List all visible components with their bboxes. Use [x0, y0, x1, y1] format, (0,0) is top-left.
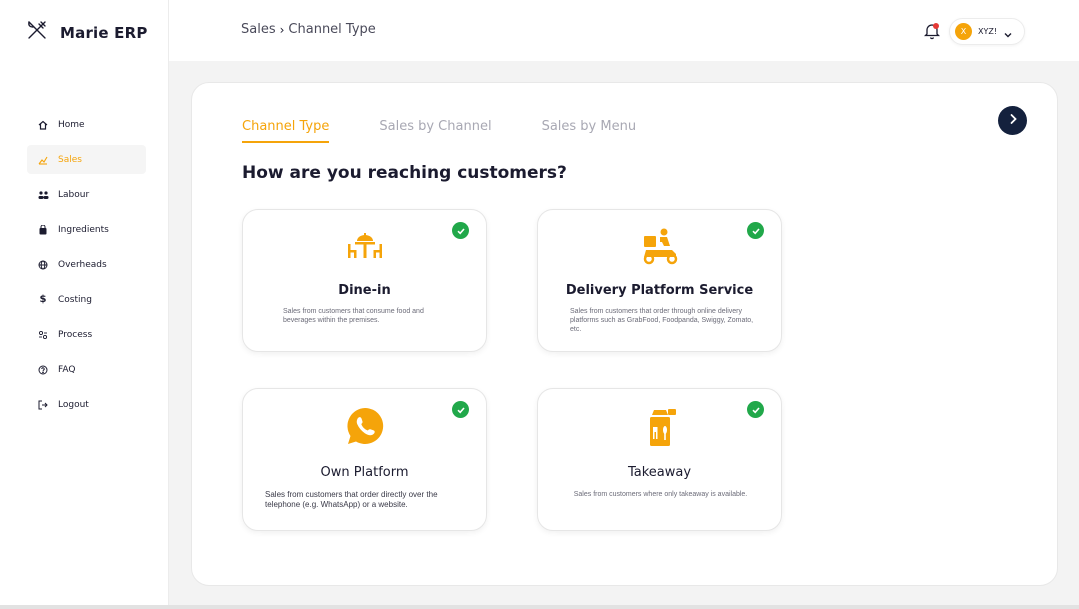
sidebar-item-sales[interactable]: Sales: [27, 145, 146, 174]
channel-description: Sales from customers that order directly…: [265, 490, 438, 509]
chevron-down-icon: [1003, 27, 1013, 37]
process-icon: [37, 329, 49, 341]
sidebar-item-faq[interactable]: FAQ: [27, 355, 146, 384]
next-button[interactable]: [998, 106, 1027, 135]
channel-title: Own Platform: [320, 465, 409, 480]
notification-bell-icon[interactable]: [923, 22, 941, 40]
channel-card-own-platform[interactable]: Own Platform Sales from customers that o…: [242, 388, 487, 531]
tab-bar: Channel Type Sales by Channel Sales by M…: [242, 119, 636, 143]
sidebar-item-label: FAQ: [58, 364, 76, 375]
chevron-right-icon: [1007, 112, 1019, 130]
user-name: XYZ!: [978, 27, 998, 36]
channel-card-takeaway[interactable]: Takeaway Sales from customers where only…: [537, 388, 782, 531]
sidebar: Marie ERP Home Sales Labour Ingredients: [0, 0, 169, 609]
logo[interactable]: Marie ERP: [26, 19, 148, 46]
breadcrumb-current: Channel Type: [288, 22, 376, 37]
check-icon: [452, 401, 469, 418]
channel-card-delivery[interactable]: Delivery Platform Service Sales from cus…: [537, 209, 782, 352]
globe-icon: [37, 259, 49, 271]
sidebar-item-label: Logout: [58, 399, 89, 410]
channel-description: Sales from customers where only takeaway…: [573, 491, 748, 498]
sidebar-item-costing[interactable]: $ Costing: [27, 285, 146, 314]
channel-title: Takeaway: [627, 465, 692, 480]
sidebar-item-label: Labour: [58, 189, 90, 200]
user-menu[interactable]: X XYZ!: [949, 18, 1025, 45]
check-icon: [452, 222, 469, 239]
people-icon: [37, 189, 49, 201]
home-icon: [37, 119, 49, 131]
whatsapp-phone-icon: [343, 405, 387, 449]
avatar: X: [955, 23, 972, 40]
tab-sales-by-channel[interactable]: Sales by Channel: [379, 119, 491, 143]
chart-icon: [37, 154, 49, 166]
channel-title: Delivery Platform Service: [565, 283, 754, 298]
tab-channel-type[interactable]: Channel Type: [242, 119, 330, 143]
breadcrumb-separator: ›: [279, 22, 285, 37]
sidebar-item-home[interactable]: Home: [27, 110, 146, 139]
sidebar-item-label: Process: [58, 329, 93, 340]
sidebar-item-process[interactable]: Process: [27, 320, 146, 349]
breadcrumb-parent[interactable]: Sales: [241, 22, 276, 37]
app-name: Marie ERP: [60, 23, 148, 42]
check-icon: [747, 401, 764, 418]
page-title: How are you reaching customers?: [242, 163, 567, 183]
logout-icon: [37, 399, 49, 411]
dollar-icon: $: [39, 294, 47, 305]
bag-icon: [37, 224, 49, 236]
delivery-scooter-icon: [638, 224, 682, 268]
takeaway-bag-icon: [638, 405, 682, 449]
sidebar-item-overheads[interactable]: Overheads: [27, 250, 146, 279]
channel-card-dine-in[interactable]: Dine-in Sales from customers that consum…: [242, 209, 487, 352]
sidebar-item-labour[interactable]: Labour: [27, 180, 146, 209]
sidebar-item-label: Costing: [58, 294, 92, 305]
sidebar-item-label: Ingredients: [58, 224, 109, 235]
dine-in-icon: [343, 224, 387, 268]
sidebar-item-label: Sales: [58, 154, 82, 165]
sidebar-item-label: Overheads: [58, 259, 107, 270]
sidebar-item-ingredients[interactable]: Ingredients: [27, 215, 146, 244]
question-icon: [37, 364, 49, 376]
breadcrumb: Sales › Channel Type: [241, 22, 376, 37]
sidebar-item-logout[interactable]: Logout: [27, 390, 146, 419]
sidebar-item-label: Home: [58, 119, 85, 130]
channel-title: Dine-in: [338, 283, 391, 298]
main-card: Channel Type Sales by Channel Sales by M…: [191, 82, 1058, 586]
channel-description: Sales from customers that consume food a…: [283, 308, 424, 324]
top-header: Sales › Channel Type X XYZ!: [169, 0, 1079, 61]
check-icon: [747, 222, 764, 239]
sidebar-nav: Home Sales Labour Ingredients Overheads: [27, 110, 146, 425]
utensils-logo-icon: [26, 19, 48, 46]
channel-description: Sales from customers that order through …: [570, 308, 754, 333]
tab-sales-by-menu[interactable]: Sales by Menu: [542, 119, 637, 143]
bottom-divider: [0, 605, 1079, 609]
